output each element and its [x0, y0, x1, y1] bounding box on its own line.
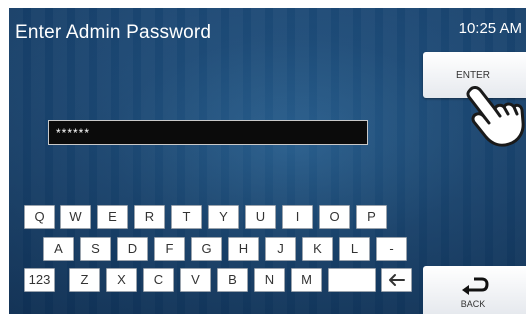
key-r[interactable]: R: [134, 205, 165, 229]
key-q[interactable]: Q: [24, 205, 55, 229]
clock-time: 10:25 AM: [458, 20, 522, 37]
key-k[interactable]: K: [302, 237, 333, 261]
page-title: Enter Admin Password: [15, 22, 212, 43]
key-v[interactable]: V: [180, 268, 211, 292]
left-arrow-icon: [389, 274, 405, 286]
key-space[interactable]: [328, 268, 376, 292]
key-m[interactable]: M: [291, 268, 322, 292]
pointing-hand-icon: [466, 86, 525, 147]
key-c[interactable]: C: [143, 268, 174, 292]
key-123[interactable]: 123: [24, 268, 55, 292]
key-u[interactable]: U: [245, 205, 276, 229]
key-x[interactable]: X: [106, 268, 137, 292]
key-y[interactable]: Y: [208, 205, 239, 229]
key-g[interactable]: G: [191, 237, 222, 261]
key-hyphen[interactable]: -: [376, 237, 407, 261]
password-screen: Enter Admin Password 10:25 AM ****** Q W…: [9, 8, 526, 314]
key-s[interactable]: S: [80, 237, 111, 261]
enter-button-label: ENTER: [456, 70, 490, 81]
back-button-label: BACK: [460, 299, 486, 309]
key-h[interactable]: H: [228, 237, 259, 261]
key-w[interactable]: W: [60, 205, 91, 229]
return-arrow-icon: [462, 277, 489, 295]
key-f[interactable]: F: [154, 237, 185, 261]
password-mask: ******: [56, 126, 91, 140]
key-a[interactable]: A: [43, 237, 74, 261]
key-z[interactable]: Z: [69, 268, 100, 292]
key-d[interactable]: D: [117, 237, 148, 261]
key-o[interactable]: O: [319, 205, 350, 229]
password-field[interactable]: ******: [48, 120, 368, 145]
key-e[interactable]: E: [97, 205, 128, 229]
key-j[interactable]: J: [265, 237, 296, 261]
key-p[interactable]: P: [356, 205, 387, 229]
key-n[interactable]: N: [254, 268, 285, 292]
key-l[interactable]: L: [339, 237, 370, 261]
key-t[interactable]: T: [171, 205, 202, 229]
back-button[interactable]: BACK: [423, 266, 526, 314]
key-backspace[interactable]: [381, 268, 412, 292]
key-b[interactable]: B: [217, 268, 248, 292]
key-i[interactable]: I: [282, 205, 313, 229]
